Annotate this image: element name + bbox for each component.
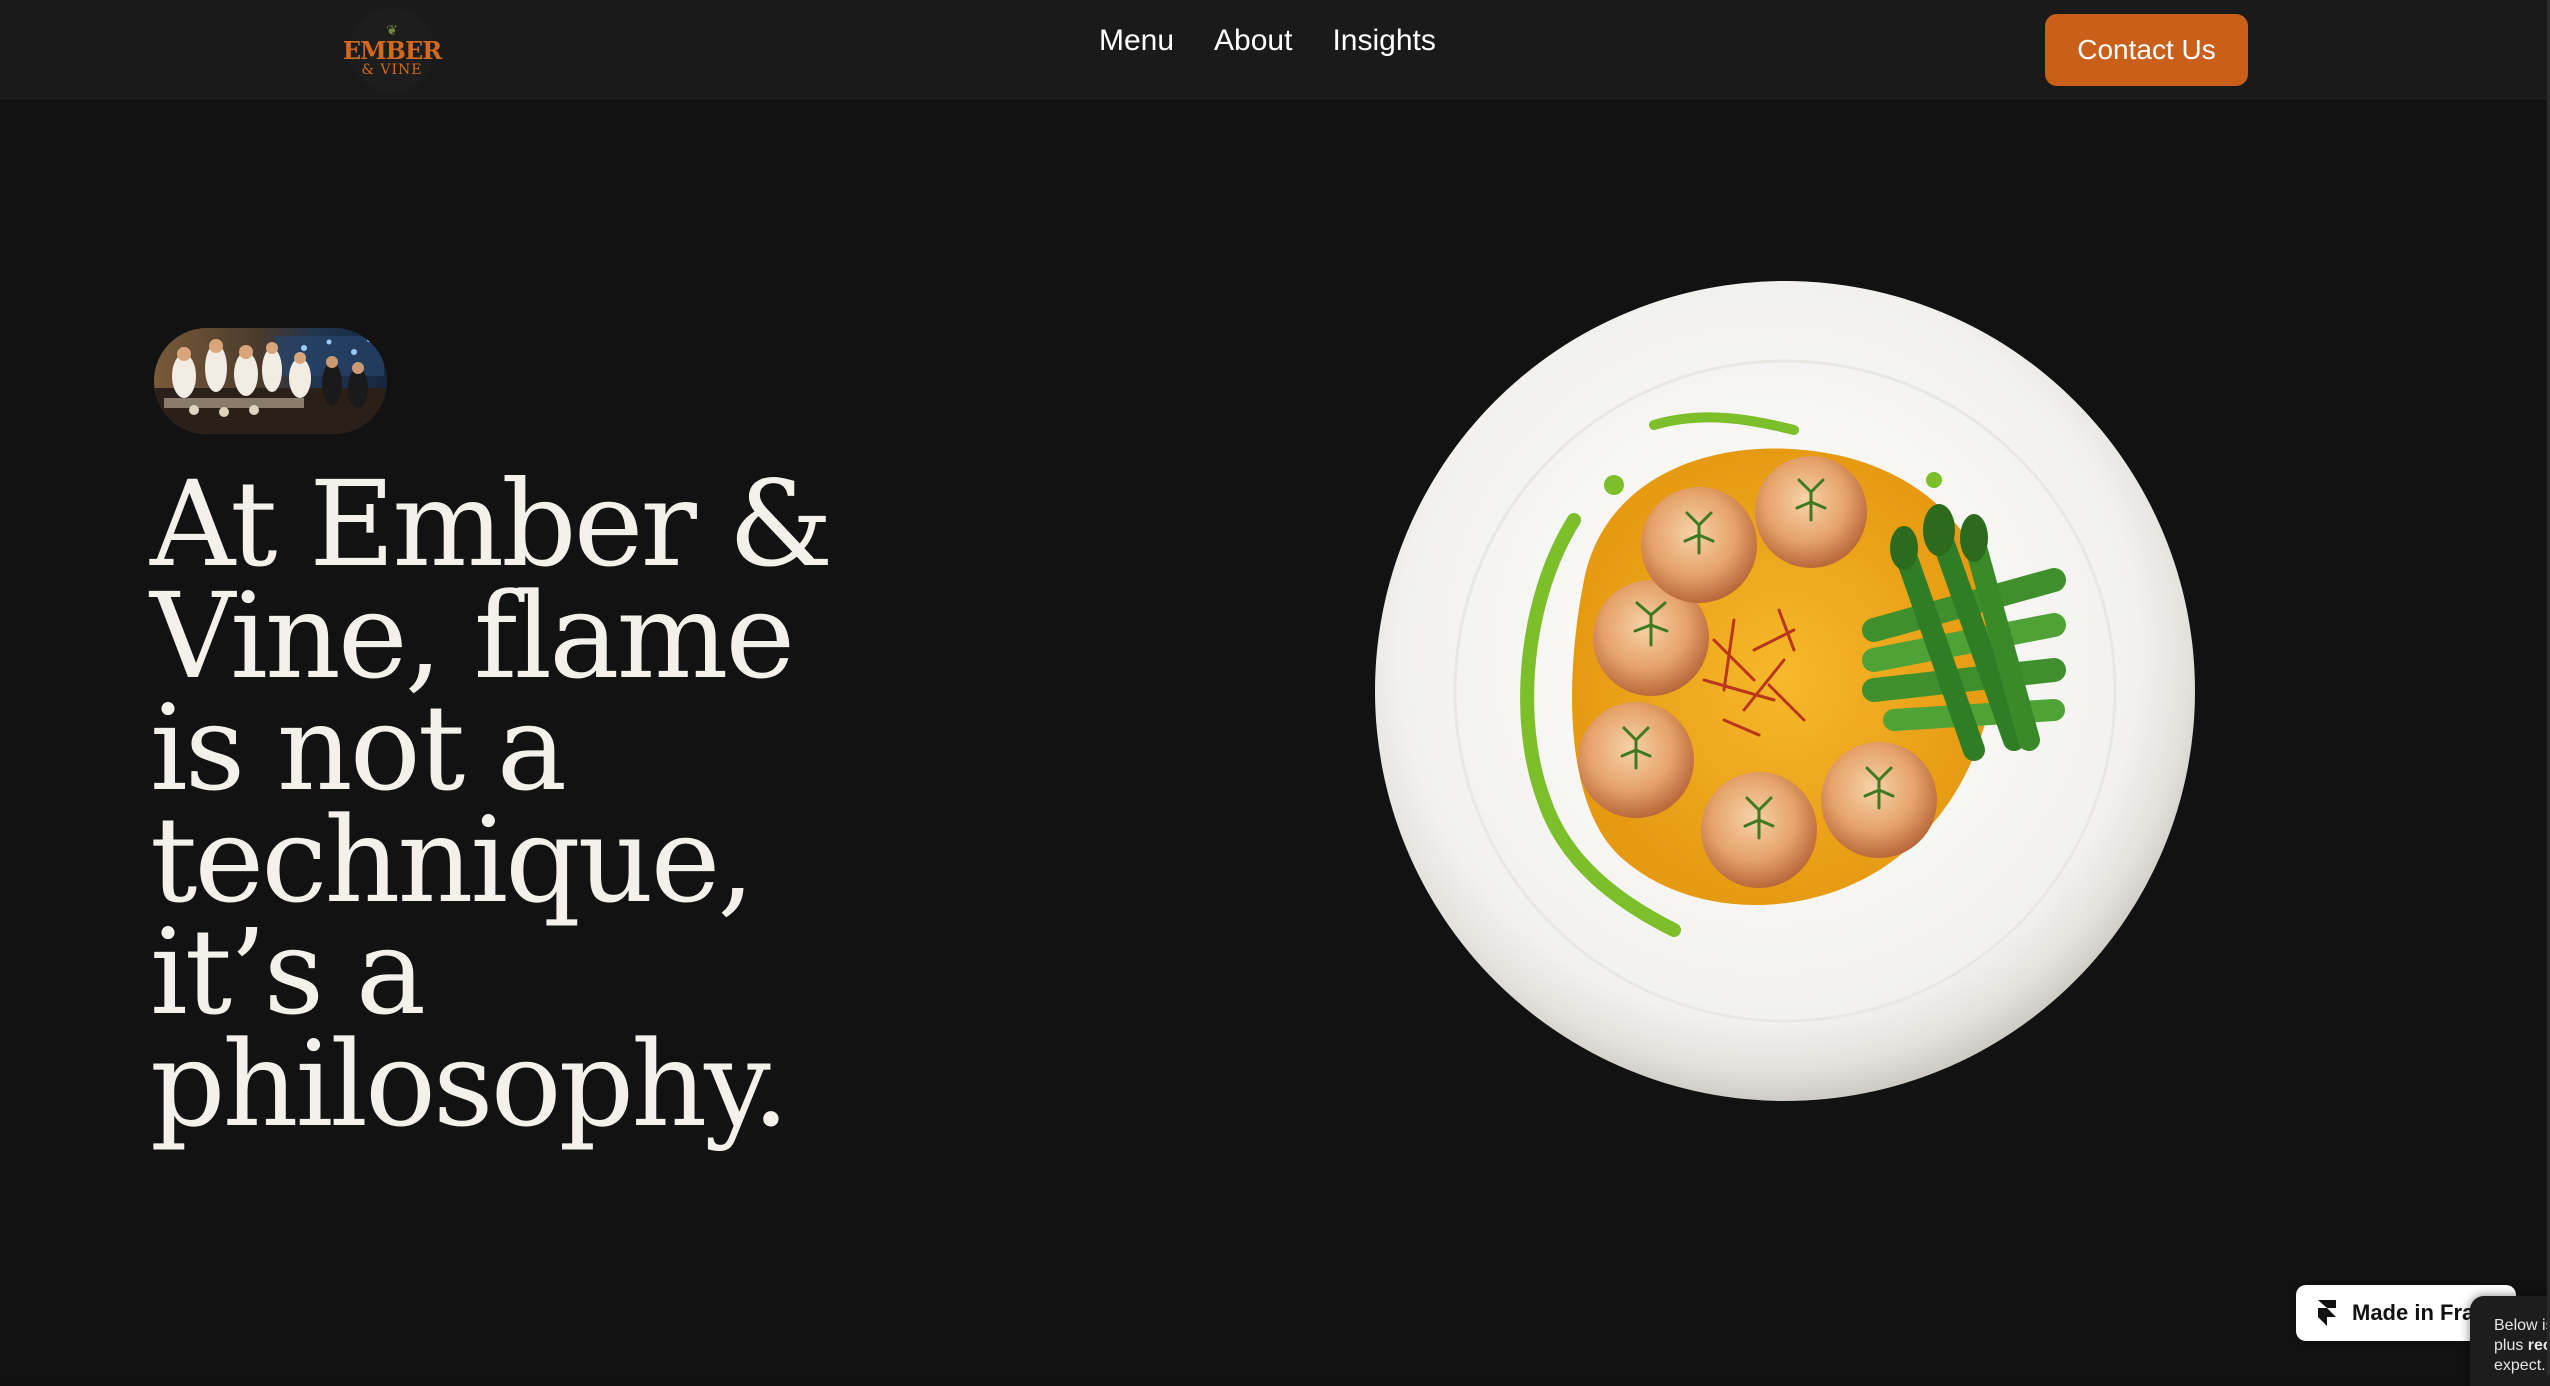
- nav-link-menu[interactable]: Menu: [1099, 24, 1174, 58]
- hero-dish-image: [1374, 280, 2196, 1102]
- logo-subtitle: & VINE: [361, 62, 423, 78]
- kitchen-team-photo: [154, 328, 387, 434]
- top-navbar: ❦ EMBER & VINE Menu About Insights Conta…: [0, 0, 2550, 99]
- logo-wordmark: EMBER: [342, 36, 442, 65]
- cookie-text-line-2-prefix: plus: [2494, 1337, 2528, 1354]
- leaf-icon: ❦: [386, 22, 398, 38]
- brand-logo[interactable]: ❦ EMBER & VINE: [343, 8, 442, 92]
- nav-link-insights[interactable]: Insights: [1332, 24, 1435, 58]
- contact-us-button[interactable]: Contact Us: [2045, 14, 2248, 86]
- cookie-text-line-1: Below is: [2494, 1317, 2550, 1334]
- hero-headline: At Ember & Vine, flame is not a techniqu…: [150, 455, 833, 1153]
- main-nav: Menu About Insights: [1099, 24, 1436, 58]
- cookie-text-line-3: expect.: [2494, 1357, 2546, 1374]
- framer-logo-icon: [2318, 1300, 2336, 1326]
- cookie-popup: Below is plus rec expect.: [2470, 1296, 2550, 1386]
- nav-link-about[interactable]: About: [1214, 24, 1292, 58]
- cookie-text-line-2: plus rec: [2494, 1336, 2550, 1356]
